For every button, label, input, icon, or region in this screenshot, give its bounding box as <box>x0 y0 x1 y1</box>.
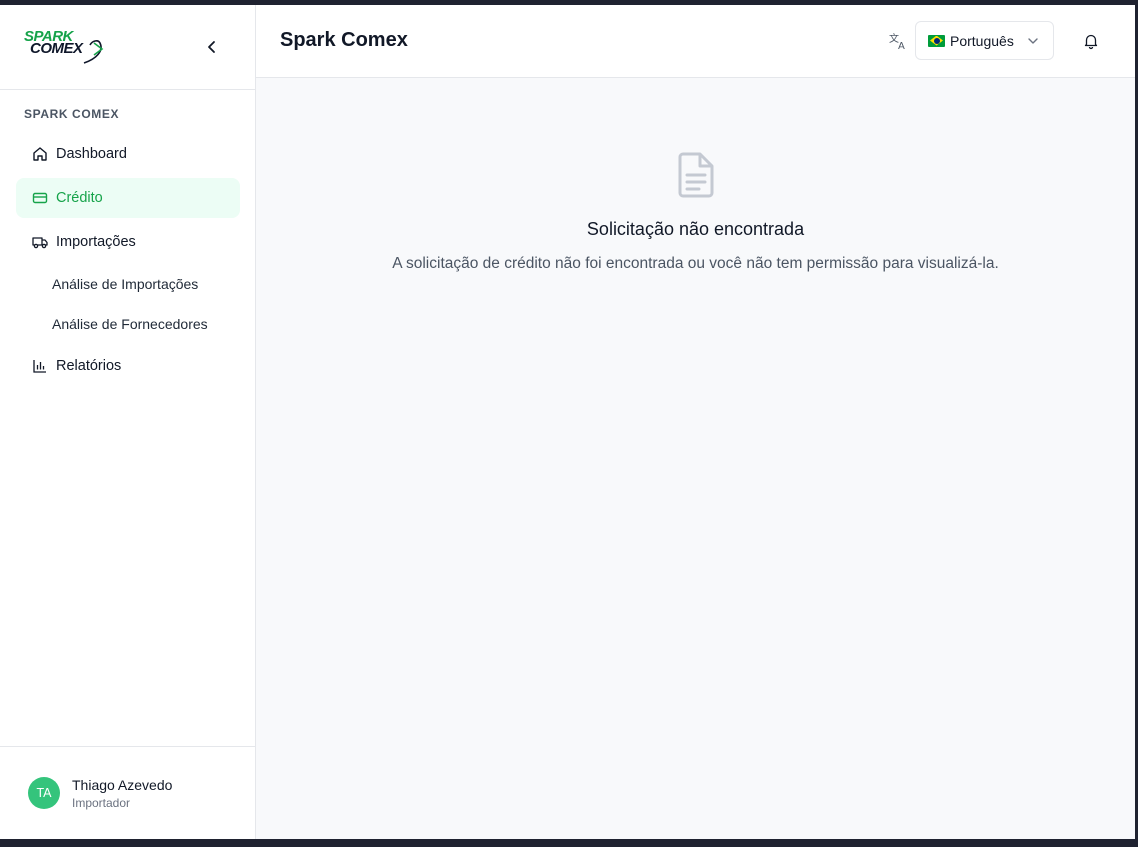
sidebar-item-label: Relatórios <box>56 358 122 374</box>
credit-card-icon <box>32 190 48 206</box>
sidebar-item-credito[interactable]: Crédito <box>16 178 240 218</box>
empty-state-title: Solicitação não encontrada <box>586 219 805 239</box>
user-name: Thiago Azevedo <box>72 777 173 793</box>
truck-icon <box>32 234 48 250</box>
top-header: Spark Comex 文 A Português <box>256 5 1135 78</box>
logo-swoosh-icon <box>83 40 104 64</box>
page-title: Spark Comex <box>280 29 408 51</box>
brazil-flag-icon <box>928 34 945 47</box>
sidebar-item-dashboard[interactable]: Dashboard <box>16 134 240 174</box>
translate-icon: 文 A <box>889 32 905 50</box>
chevron-down-icon <box>1028 38 1038 44</box>
main-content: Solicitação não encontrada A solicitação… <box>256 78 1135 839</box>
avatar: TA <box>28 777 60 809</box>
sidebar-item-relatorios[interactable]: Relatórios <box>16 346 240 386</box>
app-window: SPARK COMEX SPARK COMEX Dashboard Crédit… <box>0 5 1135 839</box>
language-select[interactable]: Português <box>915 21 1054 60</box>
logo-area: SPARK COMEX <box>0 5 255 90</box>
collapse-sidebar-button[interactable] <box>200 35 224 59</box>
sidebar-item-label: Importações <box>56 234 136 250</box>
sidebar-item-importacoes[interactable]: Importações <box>16 222 240 262</box>
home-icon <box>32 146 48 162</box>
empty-state-description: A solicitação de crédito não foi encontr… <box>392 255 999 272</box>
sidebar-item-label: Crédito <box>56 190 103 206</box>
user-role: Importador <box>72 796 131 810</box>
chevron-left-icon <box>208 41 215 53</box>
sidebar: SPARK COMEX SPARK COMEX Dashboard Crédit… <box>0 5 256 839</box>
spark-comex-logo[interactable]: SPARK COMEX <box>24 29 106 65</box>
bell-icon[interactable] <box>1082 32 1100 50</box>
svg-text:A: A <box>898 41 905 50</box>
bar-chart-icon <box>32 358 48 374</box>
user-profile[interactable]: TA Thiago Azevedo Importador <box>0 746 255 839</box>
document-icon <box>678 152 714 198</box>
sidebar-subitem-analise-importacoes[interactable]: Análise de Importações <box>52 276 198 292</box>
language-select-value: Português <box>950 32 1014 49</box>
sidebar-section-label: SPARK COMEX <box>24 107 120 121</box>
sidebar-item-label: Dashboard <box>56 146 127 162</box>
sidebar-subitem-analise-fornecedores[interactable]: Análise de Fornecedores <box>52 316 208 332</box>
